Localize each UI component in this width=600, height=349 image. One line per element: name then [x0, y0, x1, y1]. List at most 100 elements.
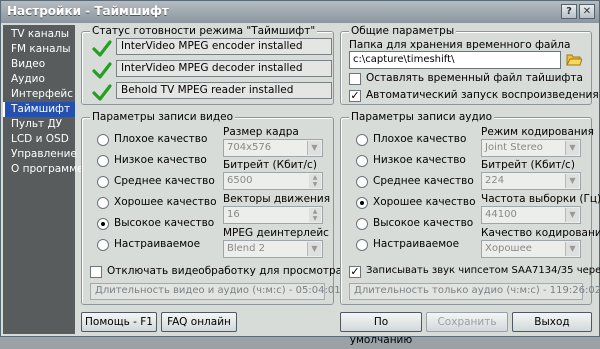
help-icon[interactable]: ?	[561, 4, 577, 19]
sample-rate-label: Частота выборки (Гц)	[481, 193, 600, 205]
status-panel: Статус готовности режима "Таймшифт" Inte…	[81, 25, 334, 105]
save-button[interactable]: Сохранить	[426, 312, 508, 332]
frame-size-select[interactable]: 704x576 ▼	[223, 139, 323, 157]
audio-bitrate-label: Битрейт (Кбит/с)	[481, 159, 575, 171]
encoding-quality-label: Качество кодирования	[481, 227, 600, 239]
sidebar-item-lcd-osd[interactable]: LCD и OSD	[3, 132, 75, 147]
chipset-checkbox[interactable]: ✓	[349, 266, 361, 278]
video-panel: Параметры записи видео Плохое качество Н…	[81, 111, 342, 305]
spin-up-icon[interactable]: ▲	[309, 174, 321, 181]
chevron-down-icon: ▼	[565, 174, 579, 188]
keep-file-checkbox[interactable]	[349, 73, 361, 85]
chipset-label: Записывать звук чипсетом SAA7134/35 чере…	[366, 265, 600, 276]
check-icon	[92, 62, 112, 79]
audio-quality-label: Низкое качество	[373, 154, 466, 166]
status-encoder: InterVideo MPEG encoder installed	[116, 38, 332, 55]
check-icon	[92, 84, 112, 101]
video-panel-title: Параметры записи видео	[90, 111, 236, 123]
audio-panel-title: Параметры записи аудио	[349, 111, 495, 123]
autoplay-label: Автоматический запуск воспроизведения	[366, 89, 599, 101]
audio-quality-label: Высокое качество	[373, 217, 474, 229]
video-bitrate-input[interactable]: 6500 ▲ ▼	[223, 172, 323, 190]
sample-rate-select[interactable]: 44100 ▼	[481, 206, 581, 224]
video-bitrate-value: 6500	[227, 175, 253, 186]
encoding-mode-value: Joint Stereo	[485, 142, 543, 153]
deinterlace-label: MPEG деинтерлейс	[223, 227, 329, 239]
folder-label: Папка для хранения временного файла	[349, 39, 571, 51]
frame-size-label: Размер кадра	[223, 126, 299, 138]
encoding-mode-select[interactable]: Joint Stereo ▼	[481, 139, 581, 157]
audio-quality-radio-poor[interactable]	[356, 134, 368, 146]
sidebar: TV каналы FM каналы Видео Аудио Интерфей…	[3, 25, 83, 334]
audio-quality-label: Среднее качество	[373, 175, 474, 187]
video-bitrate-label: Битрейт (Кбит/с)	[223, 159, 317, 171]
chevron-down-icon: ▼	[565, 141, 579, 155]
sidebar-item-remote[interactable]: Пульт ДУ	[3, 117, 75, 132]
audio-quality-radio-good[interactable]	[356, 197, 368, 209]
audio-bitrate-select[interactable]: 224 ▼	[481, 172, 581, 190]
sidebar-item-video[interactable]: Видео	[3, 57, 75, 72]
check-icon	[92, 40, 112, 57]
video-quality-label: Среднее качество	[114, 175, 215, 187]
close-icon[interactable]: ✕	[579, 4, 595, 19]
status-panel-title: Статус готовности режима "Таймшифт"	[90, 25, 318, 37]
autoplay-checkbox[interactable]: ✓	[349, 90, 361, 102]
audio-quality-label: Плохое качество	[373, 133, 467, 145]
sidebar-item-audio[interactable]: Аудио	[3, 72, 75, 87]
chevron-down-icon: ▼	[565, 208, 579, 222]
video-quality-radio-good[interactable]	[97, 197, 109, 209]
video-quality-radio-high[interactable]	[97, 218, 109, 230]
general-panel-title: Общие параметры	[349, 25, 457, 37]
encoding-mode-label: Режим кодирования	[481, 126, 594, 138]
spin-down-icon[interactable]: ▼	[309, 181, 321, 188]
sidebar-item-interface[interactable]: Интерфейс	[3, 87, 75, 102]
encoding-quality-select[interactable]: Хорошее ▼	[481, 240, 581, 258]
help-button[interactable]: Помощь - F1	[81, 312, 157, 332]
window-title: Настройки - Таймшифт	[7, 4, 169, 18]
folder-icon[interactable]	[566, 52, 582, 66]
audio-bitrate-value: 224	[485, 175, 505, 186]
audio-quality-radio-high[interactable]	[356, 218, 368, 230]
chevron-down-icon: ▼	[307, 242, 321, 256]
audio-duration-bar: Длительность только аудио (ч:м:с) - 119:…	[349, 283, 600, 300]
general-panel: Общие параметры Папка для хранения време…	[340, 25, 599, 105]
video-quality-radio-poor[interactable]	[97, 134, 109, 146]
spin-up-icon[interactable]: ▲	[309, 208, 321, 215]
video-quality-radio-low[interactable]	[97, 155, 109, 167]
motion-vectors-label: Векторы движения	[223, 193, 331, 205]
sidebar-item-timeshift[interactable]: Таймшифт	[3, 102, 75, 117]
audio-quality-label: Настраиваемое	[373, 238, 460, 250]
motion-vectors-input[interactable]: 16 ▲ ▼	[223, 206, 323, 224]
audio-quality-label: Хорошее качество	[373, 196, 476, 208]
sidebar-item-control[interactable]: Управление	[3, 147, 77, 162]
folder-input[interactable]: c:\capture\timeshift\	[349, 51, 561, 69]
settings-window: Настройки - Таймшифт ? ✕ TV каналы FM ка…	[0, 0, 600, 346]
audio-quality-radio-custom[interactable]	[356, 239, 368, 251]
sidebar-item-about[interactable]: О программе	[3, 162, 83, 177]
sidebar-item-tv-channels[interactable]: TV каналы	[3, 27, 75, 42]
spin-down-icon[interactable]: ▼	[309, 215, 321, 222]
disable-processing-checkbox[interactable]	[90, 266, 102, 278]
exit-button[interactable]: Выход	[512, 312, 592, 332]
video-quality-radio-medium[interactable]	[97, 176, 109, 188]
video-duration-bar: Длительность видео и аудио (ч:м:с) - 05:…	[90, 283, 341, 300]
video-quality-label: Хорошее качество	[114, 196, 217, 208]
disable-processing-label: Отключать видеобработку для просмотра	[107, 265, 343, 277]
default-button[interactable]: По умолчанию	[340, 312, 422, 346]
audio-quality-radio-low[interactable]	[356, 155, 368, 167]
audio-quality-radio-medium[interactable]	[356, 176, 368, 188]
video-quality-label: Плохое качество	[114, 133, 208, 145]
status-decoder: InterVideo MPEG decoder installed	[116, 60, 332, 77]
video-quality-label: Настраиваемое	[114, 238, 201, 250]
faq-button[interactable]: FAQ онлайн	[161, 312, 237, 332]
motion-vectors-value: 16	[227, 209, 240, 220]
video-quality-radio-custom[interactable]	[97, 239, 109, 251]
audio-panel: Параметры записи аудио Плохое качество Н…	[340, 111, 600, 305]
status-reader: Behold TV MPEG reader installed	[116, 82, 332, 99]
video-quality-label: Высокое качество	[114, 217, 215, 229]
sidebar-item-fm-channels[interactable]: FM каналы	[3, 42, 75, 57]
encoding-quality-value: Хорошее	[485, 243, 532, 254]
deinterlace-select[interactable]: Blend 2 ▼	[223, 240, 323, 258]
deinterlace-value: Blend 2	[227, 243, 266, 254]
chevron-down-icon: ▼	[565, 242, 579, 256]
